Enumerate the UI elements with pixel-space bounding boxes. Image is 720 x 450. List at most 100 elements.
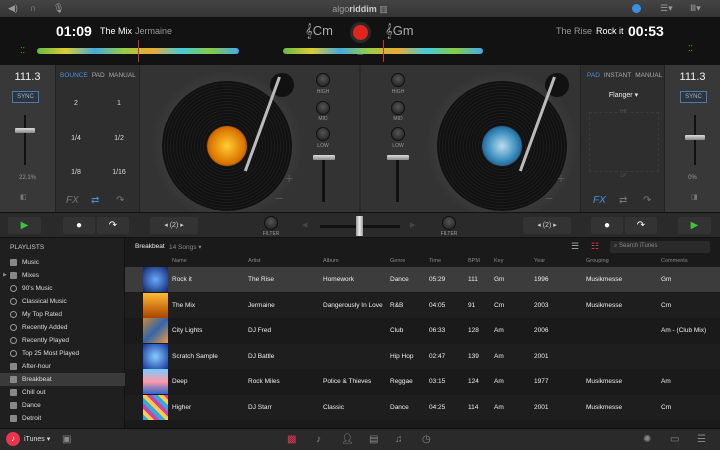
eq-low-knob-b[interactable] [391, 127, 405, 141]
artists-icon[interactable]: 👤︎ [341, 434, 354, 445]
scratch-icon[interactable]: ↷ [116, 195, 124, 206]
table-row[interactable]: Higher DJ Starr Classic Dance 04:25 114 Am 2001… [125, 394, 720, 420]
layout-icon[interactable]: ▭ [670, 434, 679, 445]
sidebar-item[interactable]: Music [0, 256, 125, 269]
eq-low-knob-a[interactable] [316, 127, 330, 141]
deck-a-play-button[interactable]: ▶ [8, 217, 41, 234]
deck-b-loop-control[interactable]: ◂ (2) ▸ [523, 217, 571, 234]
fx-button[interactable]: FX [593, 195, 606, 206]
loop-icon[interactable]: ⇄ [619, 195, 627, 206]
sidebar-item[interactable]: Breakbeat [0, 373, 125, 386]
tab-instant[interactable]: INSTANT [604, 72, 631, 79]
tab-manual[interactable]: MANUAL [109, 72, 136, 79]
channel-fader-a-handle[interactable] [313, 155, 335, 160]
fx-xy-pad[interactable] [589, 112, 659, 172]
crossfader-left-icon[interactable]: ◀ [302, 221, 307, 229]
table-row[interactable]: City Lights DJ Fred Club 06:33 128 Am 2006 Am -… [125, 318, 720, 343]
deck-b-filter-knob[interactable] [442, 216, 456, 230]
record-button[interactable] [353, 25, 368, 40]
crossfader-handle[interactable] [356, 216, 363, 236]
sidebar-item[interactable]: Top 25 Most Played [0, 347, 125, 360]
pad-button[interactable]: 1/4 [56, 135, 96, 142]
deck-b-sync-button[interactable]: SYNC [680, 91, 707, 103]
deck-b-play-button[interactable]: ▶ [678, 217, 711, 234]
sidebar-item[interactable]: Chill out [0, 386, 125, 399]
song-count-dropdown[interactable]: 14 Songs ▾ [169, 243, 202, 251]
sidebar-item[interactable]: ▶ Mixes [0, 269, 125, 282]
column-header[interactable]: Year [534, 258, 545, 264]
deck-a-loop-control[interactable]: ◂ (2) ▸ [150, 217, 198, 234]
queue-icon[interactable]: ☰ [697, 434, 706, 445]
sidebar-item[interactable]: Recently Added [0, 321, 125, 334]
column-header[interactable]: Genre [390, 258, 405, 264]
scratch-icon[interactable]: ↷ [643, 195, 651, 206]
sidebar-item[interactable]: Detroit [0, 412, 125, 425]
albums-icon[interactable]: ▤ [369, 434, 378, 445]
layout-menu-icon[interactable]: ☰▾ [660, 3, 673, 14]
sidebar-item[interactable]: Dance [0, 399, 125, 412]
deck-b-pitch-slider[interactable] [694, 115, 696, 165]
video-icon[interactable]: ▣ [62, 434, 71, 445]
list-view-icon[interactable]: ☰ [571, 241, 579, 252]
channel-fader-a[interactable] [322, 157, 325, 202]
column-header[interactable]: Time [429, 258, 441, 264]
layout-toggle-icon[interactable]: ◧ [20, 193, 27, 201]
sidebar-item[interactable]: Recently Played [0, 334, 125, 347]
column-header[interactable]: Album [323, 258, 339, 264]
fx-button[interactable]: FX [66, 195, 79, 206]
grouped-view-icon[interactable]: ☷ [591, 241, 599, 252]
column-header[interactable]: Key [494, 258, 503, 264]
tab-bounce[interactable]: BOUNCE [60, 72, 88, 79]
pad-button[interactable]: 2 [56, 100, 96, 107]
crossfader-right-icon[interactable]: ▶ [410, 221, 415, 229]
table-row[interactable]: Scratch Sample DJ Battle Hip Hop 02:47 139 Am… [125, 343, 720, 369]
column-header[interactable]: BPM [468, 258, 480, 264]
deck-b-cue-button[interactable]: ● [591, 217, 623, 234]
minus-icon[interactable]: − [275, 190, 283, 206]
table-row[interactable]: Deep Rock Miles Police & Thieves Reggae 03:1… [125, 369, 720, 394]
column-header[interactable]: Grouping [586, 258, 609, 264]
pad-button[interactable]: 1/8 [56, 169, 96, 176]
history-icon[interactable]: ◷ [422, 434, 431, 445]
column-header[interactable]: Artist [248, 258, 261, 264]
sidebar-item[interactable]: Classical Music [0, 295, 125, 308]
deck-a-sync-button[interactable]: SYNC [12, 91, 39, 103]
tab-manual[interactable]: MANUAL [635, 72, 662, 79]
table-row[interactable]: The Mix Jermaine Dangerously In Love R&B 04:… [125, 292, 720, 318]
eq-high-knob-a[interactable] [316, 73, 330, 87]
eq-mid-knob-a[interactable] [316, 101, 330, 115]
channel-fader-b-handle[interactable] [387, 155, 409, 160]
deck-a-pitch-slider[interactable] [24, 115, 26, 165]
source-selector[interactable]: iTunes ▾ [24, 435, 50, 443]
eq-mid-knob-b[interactable] [391, 101, 405, 115]
sidebar-item[interactable]: After-hour [0, 360, 125, 373]
minus-icon[interactable]: − [545, 190, 553, 206]
deck-a-scratch-button[interactable]: ↷ [97, 217, 129, 234]
deck-a-filter-knob[interactable] [264, 216, 278, 230]
plus-icon[interactable]: + [557, 170, 565, 186]
tab-pad[interactable]: PAD [587, 72, 600, 79]
pad-button[interactable]: 1 [99, 100, 139, 107]
deck-a-cue-button[interactable]: ● [63, 217, 95, 234]
sidebar-item[interactable]: My Top Rated [0, 308, 125, 321]
channel-fader-b[interactable] [396, 157, 399, 202]
column-header[interactable]: Name [172, 258, 187, 264]
table-row[interactable]: Rock it The Rise Homework Dance 05:29 111 Gm 19… [125, 267, 720, 292]
effect-selector[interactable]: Flanger ▾ [581, 91, 666, 99]
disclosure-icon[interactable]: ▶ [3, 269, 7, 282]
sidebar-item[interactable]: 90's Music [0, 282, 125, 295]
automix-icon[interactable]: ✺ [643, 434, 651, 445]
layout-toggle-icon[interactable]: ◨ [691, 193, 698, 201]
column-header[interactable]: Comments [661, 258, 688, 264]
status-indicator-icon[interactable] [632, 4, 641, 13]
plus-icon[interactable]: + [285, 170, 293, 186]
songs-icon[interactable]: ♪ [316, 434, 321, 445]
genres-icon[interactable]: ♫ [395, 434, 403, 445]
deck-b-scratch-button[interactable]: ↷ [625, 217, 657, 234]
deck-a-pitch-handle[interactable] [15, 128, 35, 133]
deck-b-pitch-handle[interactable] [685, 135, 705, 140]
columns-menu-icon[interactable]: Ⅲ▾ [690, 3, 701, 14]
loop-icon[interactable]: ⇄ [91, 195, 99, 206]
pad-button[interactable]: 1/2 [99, 135, 139, 142]
tab-pad[interactable]: PAD [92, 72, 105, 79]
